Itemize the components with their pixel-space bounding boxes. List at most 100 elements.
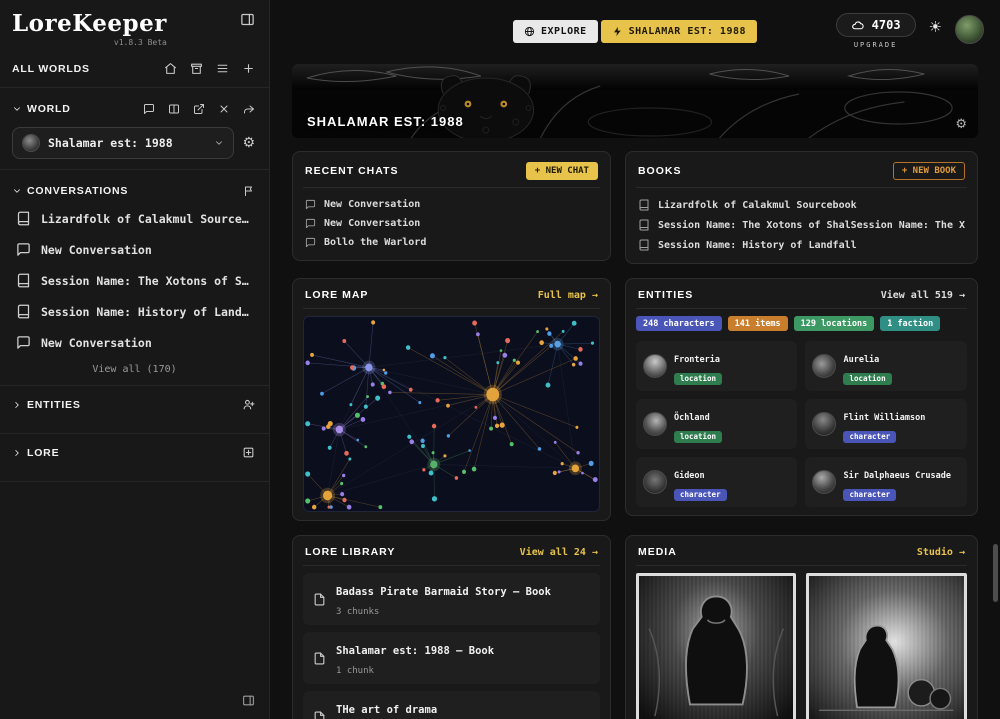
book-item-label: Session Name: History of Landfall [658,240,857,251]
entity-avatar [812,354,836,378]
sidebar-bottom-panel-button[interactable] [240,692,257,709]
conversation-item[interactable]: Session Name: The Xotons of S… [12,265,257,296]
chat-bubble-icon [143,103,155,115]
conversation-label: New Conversation [41,336,152,350]
entity-item[interactable]: Sir Dalphaeus Crusade character [805,457,967,507]
conversation-label: Lizardfolk of Calakmul Source… [41,212,249,226]
collapse-sidebar-button[interactable] [238,10,257,29]
chevron-right-icon [12,400,22,410]
new-chat-button[interactable]: + NEW CHAT [526,162,598,180]
add-lore-button[interactable] [240,444,257,461]
chat-item[interactable]: New Conversation [303,195,600,214]
cloud-icon [851,19,864,32]
items-count-badge[interactable]: 141 items [728,316,788,331]
app-window: LoreKeeper v1.8.3 Beta ALL WORLDS WORLD [0,0,1000,719]
view-all-library-link[interactable]: View all 24 → [520,547,598,558]
user-plus-icon [242,398,255,411]
entity-item[interactable]: Gideon character [636,457,798,507]
chat-item[interactable]: Bollo the Warlord [303,233,600,252]
archive-button[interactable] [188,60,205,77]
divider [0,87,269,88]
conversation-item[interactable]: Lizardfolk of Calakmul Source… [12,203,257,234]
entity-count-badges: 248 characters 141 items 129 locations 1… [636,316,967,331]
home-button[interactable] [162,60,179,77]
credits-pill[interactable]: 4703 [836,13,916,37]
world-export-button[interactable] [191,101,207,117]
conversations-section-toggle[interactable]: CONVERSATIONS [12,185,128,197]
explore-tab[interactable]: EXPLORE [513,20,598,43]
book-icon [16,304,31,319]
upgrade-link[interactable]: UPGRADE [854,41,898,49]
book-item[interactable]: Lizardfolk of Calakmul Sourcebook [636,195,967,215]
lizardfolk-illustration [639,576,794,719]
library-item[interactable]: Shalamar est: 1988 — Book1 chunk [303,632,600,684]
world-section-toggle[interactable]: WORLD [12,103,71,115]
entities-title: ENTITIES [638,289,693,301]
explore-tab-label: EXPLORE [541,26,587,37]
world-select[interactable]: Shalamar est: 1988 [12,127,234,159]
chat-bubble-icon [305,199,316,210]
add-world-button[interactable] [240,60,257,77]
credits-count: 4703 [872,18,901,32]
list-view-button[interactable] [214,60,231,77]
entity-item[interactable]: Öchland location [636,399,798,449]
entity-name: Gideon [674,471,705,481]
library-item[interactable]: Badass Pirate Barmaid Story — Book3 chun… [303,573,600,625]
entity-item[interactable]: Aurelia location [805,341,967,391]
world-settings-button[interactable]: ⚙ [240,134,257,152]
conversation-item[interactable]: New Conversation [12,327,257,358]
lore-section-toggle[interactable]: LORE [12,434,257,471]
view-all-conversations-link[interactable]: View all (170) [12,364,257,375]
lore-map-graph [304,317,599,511]
entity-item[interactable]: Fronteria location [636,341,798,391]
page-scrollbar [993,66,998,715]
view-all-entities-link[interactable]: View all 519 → [881,290,965,301]
entity-name: Fronteria [674,355,720,365]
book-item[interactable]: Session Name: The Xotons of ShalSession … [636,215,967,235]
library-item-title: THe art of drama [336,704,437,716]
lore-map-preview[interactable] [303,316,600,512]
chat-item[interactable]: New Conversation [303,214,600,233]
recent-chats-title: RECENT CHATS [305,165,398,177]
entity-name: Flint Williamson [843,413,925,423]
entity-avatar [643,412,667,436]
world-banner-title: SHALAMAR EST: 1988 [307,114,464,129]
theme-toggle-button[interactable]: ☀ [929,20,942,35]
chat-bubble-icon [305,237,316,248]
pin-conversation-button[interactable] [241,183,257,199]
banner-settings-button[interactable]: ⚙ [955,118,967,131]
entity-name: Sir Dalphaeus Crusade [843,471,950,481]
media-image[interactable] [806,573,967,719]
entity-avatar [643,354,667,378]
world-chat-button[interactable] [141,101,157,117]
conversation-item[interactable]: New Conversation [12,234,257,265]
world-close-button[interactable] [216,101,232,117]
locations-count-badge[interactable]: 129 locations [794,316,875,331]
conversation-item[interactable]: Session Name: History of Land… [12,296,257,327]
characters-count-badge[interactable]: 248 characters [636,316,722,331]
entity-avatar [812,412,836,436]
user-avatar[interactable] [955,15,984,44]
media-image[interactable] [636,573,797,719]
chat-bubble-icon [16,335,31,350]
world-share-button[interactable] [241,101,257,117]
entity-item[interactable]: Flint Williamson character [805,399,967,449]
active-world-tab[interactable]: SHALAMAR EST: 1988 [601,20,757,43]
file-icon [313,593,326,606]
book-item[interactable]: Session Name: History of Landfall [636,235,967,255]
entities-section-toggle[interactable]: ENTITIES [12,386,257,423]
library-item[interactable]: THe art of drama6 chunks [303,691,600,719]
add-entity-button[interactable] [240,396,257,413]
world-select-value: Shalamar est: 1988 [48,136,173,150]
full-map-link[interactable]: Full map → [538,290,598,301]
entity-avatar [812,470,836,494]
new-book-button[interactable]: + NEW BOOK [893,162,965,180]
world-columns-button[interactable] [166,101,182,117]
book-icon [638,219,650,231]
entity-name: Aurelia [843,355,879,365]
studio-link[interactable]: Studio → [917,547,965,558]
active-world-tab-label: SHALAMAR EST: 1988 [629,26,746,37]
factions-count-badge[interactable]: 1 faction [880,316,940,331]
library-item-title: Badass Pirate Barmaid Story — Book [336,586,551,598]
scrollbar-thumb[interactable] [993,544,998,602]
